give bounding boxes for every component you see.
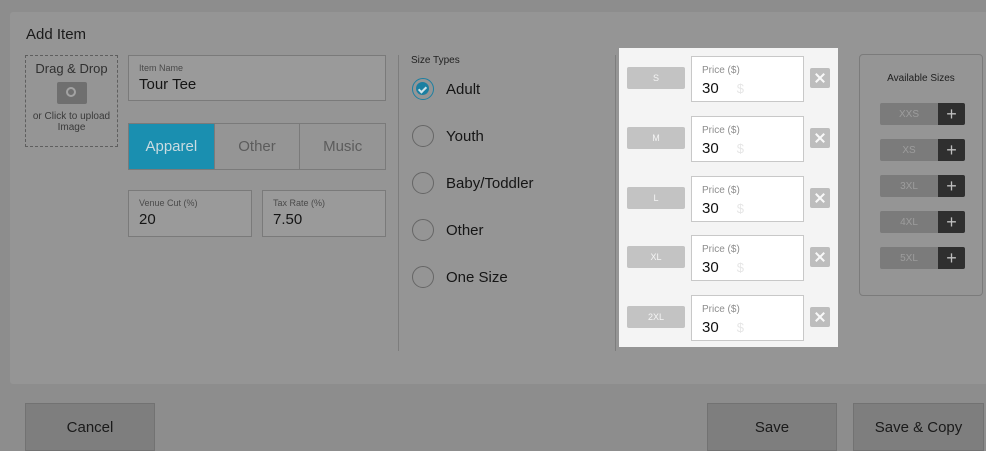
price-label: Price ($) (702, 125, 740, 136)
price-input-s[interactable]: Price ($) 30 $ (691, 56, 804, 102)
size-type-label: Baby/Toddler (446, 174, 534, 192)
price-label: Price ($) (702, 185, 740, 196)
available-size-xs[interactable]: XS + (880, 139, 965, 161)
price-value: 30 $ (702, 80, 744, 97)
camera-icon (56, 82, 87, 104)
size-row-m: M (627, 127, 685, 149)
radio-icon (412, 219, 434, 241)
size-type-one-size[interactable]: One Size (412, 266, 508, 288)
dropzone-sublabel: or Click to upload Image (32, 111, 111, 133)
plus-icon[interactable]: + (938, 103, 965, 125)
venue-cut-label: Venue Cut (%) (139, 198, 198, 208)
price-input-2xl[interactable]: Price ($) 30 $ (691, 295, 804, 341)
size-badge: XL (627, 246, 685, 268)
image-dropzone[interactable]: Drag & Drop or Click to upload Image (25, 55, 118, 147)
size-type-adult[interactable]: Adult (412, 78, 480, 100)
size-row-l: L (627, 187, 685, 209)
column-divider (398, 55, 399, 351)
price-input-xl[interactable]: Price ($) 30 $ (691, 235, 804, 281)
cancel-button[interactable]: Cancel (25, 403, 155, 451)
available-size-label: XS (880, 139, 938, 161)
price-label: Price ($) (702, 304, 740, 315)
plus-icon[interactable]: + (938, 247, 965, 269)
size-type-label: Adult (446, 80, 481, 98)
available-size-label: XXS (880, 103, 938, 125)
size-badge: 2XL (627, 306, 685, 328)
price-value: 30 $ (702, 140, 744, 157)
size-row-s: S (627, 67, 685, 89)
available-size-xxs[interactable]: XXS + (880, 103, 965, 125)
size-type-label: One Size (446, 268, 508, 286)
price-value: 30 $ (702, 319, 744, 336)
size-badge: M (627, 127, 685, 149)
save-button[interactable]: Save (707, 403, 837, 451)
dialog-title: Add Item (26, 26, 87, 43)
remove-size-l-close-icon[interactable] (810, 188, 830, 208)
tax-rate-value: 7.50 (273, 211, 303, 228)
venue-cut-field[interactable]: Venue Cut (%) 20 (128, 190, 252, 237)
column-divider (615, 55, 616, 351)
size-type-baby-toddler[interactable]: Baby/Toddler (412, 172, 534, 194)
size-row-xl: XL (627, 246, 685, 268)
save-and-copy-button[interactable]: Save & Copy (853, 403, 984, 451)
size-type-label: Other (446, 221, 484, 239)
size-type-youth[interactable]: Youth (412, 125, 484, 147)
available-sizes-title: Available Sizes (887, 73, 955, 84)
size-types-title: Size Types (411, 55, 460, 66)
available-size-label: 4XL (880, 211, 938, 233)
size-badge: L (627, 187, 685, 209)
price-label: Price ($) (702, 65, 740, 76)
radio-icon (412, 266, 434, 288)
category-music[interactable]: Music (299, 124, 385, 169)
category-other[interactable]: Other (213, 124, 300, 169)
category-apparel[interactable]: Apparel (129, 124, 214, 169)
size-row-2xl: 2XL (627, 306, 685, 328)
venue-cut-value: 20 (139, 211, 156, 228)
plus-icon[interactable]: + (938, 175, 965, 197)
item-name-label: Item Name (139, 63, 184, 73)
remove-size-s-close-icon[interactable] (810, 68, 830, 88)
radio-icon (412, 172, 434, 194)
available-size-label: 5XL (880, 247, 938, 269)
available-size-4xl[interactable]: 4XL + (880, 211, 965, 233)
available-sizes-panel: Available Sizes XXS + XS + 3XL + 4XL + 5… (859, 54, 983, 296)
available-size-5xl[interactable]: 5XL + (880, 247, 965, 269)
size-type-label: Youth (446, 127, 484, 145)
available-size-label: 3XL (880, 175, 938, 197)
plus-icon[interactable]: + (938, 139, 965, 161)
size-badge: S (627, 67, 685, 89)
remove-size-m-close-icon[interactable] (810, 128, 830, 148)
price-value: 30 $ (702, 200, 744, 217)
dropzone-label: Drag & Drop (35, 61, 108, 76)
radio-checked-icon (412, 78, 434, 100)
radio-icon (412, 125, 434, 147)
price-label: Price ($) (702, 244, 740, 255)
price-value: 30 $ (702, 259, 744, 276)
remove-size-xl-close-icon[interactable] (810, 247, 830, 267)
tax-rate-label: Tax Rate (%) (273, 198, 326, 208)
price-input-l[interactable]: Price ($) 30 $ (691, 176, 804, 222)
item-name-value: Tour Tee (139, 76, 197, 93)
size-type-other[interactable]: Other (412, 219, 484, 241)
category-segmented-control: Apparel Other Music (128, 123, 386, 170)
item-name-field[interactable]: Item Name Tour Tee (128, 55, 386, 101)
plus-icon[interactable]: + (938, 211, 965, 233)
price-input-m[interactable]: Price ($) 30 $ (691, 116, 804, 162)
remove-size-2xl-close-icon[interactable] (810, 307, 830, 327)
tax-rate-field[interactable]: Tax Rate (%) 7.50 (262, 190, 386, 237)
available-size-3xl[interactable]: 3XL + (880, 175, 965, 197)
